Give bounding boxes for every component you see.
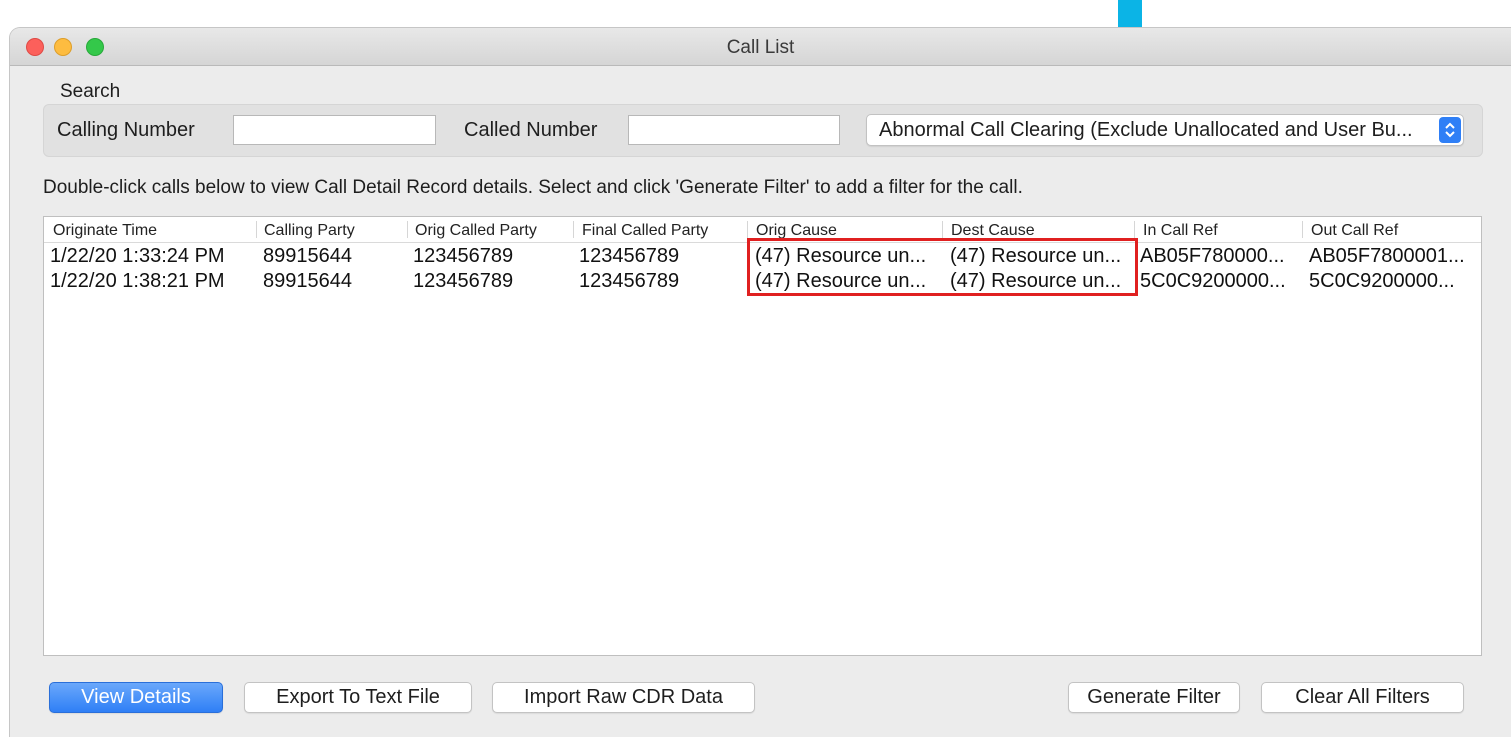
column-header-in-call-ref[interactable]: In Call Ref <box>1143 222 1218 240</box>
export-to-text-file-button[interactable]: Export To Text File <box>244 682 472 713</box>
column-divider[interactable] <box>573 221 574 238</box>
import-raw-cdr-data-button[interactable]: Import Raw CDR Data <box>492 682 755 713</box>
title-bar: Call List <box>10 28 1511 66</box>
column-divider[interactable] <box>942 221 943 238</box>
called-number-input[interactable] <box>628 115 840 145</box>
cell-calling-party: 89915644 <box>263 245 352 267</box>
cell-originate-time: 1/22/20 1:38:21 PM <box>50 270 225 292</box>
cell-out-call-ref: 5C0C9200000... <box>1309 270 1455 292</box>
column-divider[interactable] <box>407 221 408 238</box>
calling-number-input[interactable] <box>233 115 436 145</box>
cell-in-call-ref: 5C0C9200000... <box>1140 270 1286 292</box>
calling-number-label: Calling Number <box>57 119 195 141</box>
column-divider[interactable] <box>1302 221 1303 238</box>
search-group-label: Search <box>60 81 121 102</box>
cell-out-call-ref: AB05F7800001... <box>1309 245 1465 267</box>
column-divider[interactable] <box>747 221 748 238</box>
called-number-label: Called Number <box>464 119 598 141</box>
column-header-originate-time[interactable]: Originate Time <box>53 222 157 240</box>
cell-in-call-ref: AB05F780000... <box>1140 245 1285 267</box>
annotation-highlight-box <box>747 238 1138 296</box>
cell-final-called-party: 123456789 <box>579 245 680 267</box>
window-title: Call List <box>726 37 795 58</box>
call-table[interactable]: Originate Time Calling Party Orig Called… <box>43 216 1482 656</box>
view-details-button[interactable]: View Details <box>49 682 223 713</box>
clear-all-filters-button[interactable]: Clear All Filters <box>1261 682 1464 713</box>
column-header-out-call-ref[interactable]: Out Call Ref <box>1311 222 1398 240</box>
instructions-text: Double-click calls below to view Call De… <box>43 177 1023 198</box>
cell-orig-called-party: 123456789 <box>413 270 514 292</box>
column-header-orig-called-party[interactable]: Orig Called Party <box>415 222 537 240</box>
column-header-final-called-party[interactable]: Final Called Party <box>582 222 708 240</box>
cell-orig-called-party: 123456789 <box>413 245 514 267</box>
column-divider[interactable] <box>1134 221 1135 238</box>
column-header-calling-party[interactable]: Calling Party <box>264 222 355 240</box>
select-stepper-icon[interactable] <box>1439 117 1461 143</box>
cell-final-called-party: 123456789 <box>579 270 680 292</box>
call-filter-selected-value: Abnormal Call Clearing (Exclude Unalloca… <box>879 119 1413 141</box>
call-list-window: Call List Search Calling Number Called N… <box>10 28 1511 737</box>
cell-calling-party: 89915644 <box>263 270 352 292</box>
generate-filter-button[interactable]: Generate Filter <box>1068 682 1240 713</box>
call-filter-select[interactable]: Abnormal Call Clearing (Exclude Unalloca… <box>866 114 1464 146</box>
cell-originate-time: 1/22/20 1:33:24 PM <box>50 245 225 267</box>
column-divider[interactable] <box>256 221 257 238</box>
